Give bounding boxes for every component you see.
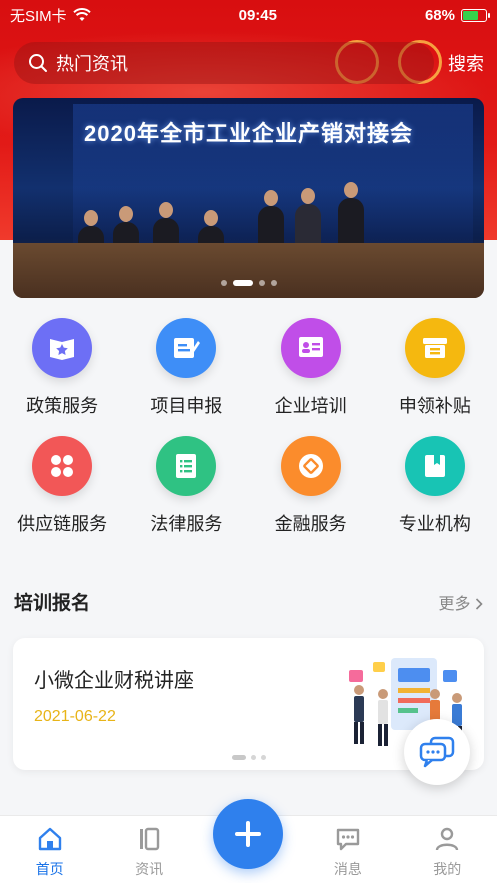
more-link[interactable]: 更多: [439, 590, 483, 614]
status-bar: 无SIM卡 09:45 68%: [0, 0, 497, 30]
search-button[interactable]: 搜索: [448, 50, 484, 76]
policy-card-icon: [32, 318, 93, 378]
banner-title: 2020年全市工业企业产销对接会: [84, 121, 413, 146]
service-item[interactable]: 金融服务: [249, 436, 373, 536]
news-icon: [136, 826, 162, 855]
more-label: 更多: [438, 595, 471, 613]
banner-dot: [258, 280, 265, 286]
search-placeholder: 热门资讯: [56, 54, 128, 74]
service-item[interactable]: 项目申报: [124, 318, 248, 418]
banner-dot: [270, 280, 277, 286]
service-item[interactable]: 政策服务: [0, 318, 124, 418]
service-label: 供应链服务: [17, 514, 108, 534]
service-label: 法律服务: [150, 514, 223, 534]
carrier-text: 无SIM卡: [10, 7, 67, 25]
agency-book-icon: [404, 436, 465, 496]
banner-carousel[interactable]: 2020年全市工业企业产销对接会: [13, 98, 484, 298]
service-label: 项目申报: [150, 396, 223, 416]
tab-label: 我的: [433, 861, 462, 877]
service-label: 金融服务: [274, 514, 347, 534]
section-title: 培训报名: [14, 593, 91, 614]
battery-icon: [460, 8, 490, 22]
tab-profile[interactable]: 我的: [407, 826, 487, 879]
banner-dot: [232, 280, 253, 286]
chat-button[interactable]: [404, 719, 470, 785]
profile-icon: [434, 826, 460, 855]
service-label: 政策服务: [26, 396, 99, 416]
tab-home[interactable]: 首页: [10, 826, 90, 879]
battery-percent: 68%: [424, 6, 455, 24]
finance-coin-icon: [280, 436, 341, 496]
service-label: 申领补贴: [398, 396, 471, 416]
service-item[interactable]: 企业培训: [249, 318, 373, 418]
training-date: 2021-06-22: [34, 708, 116, 725]
service-item[interactable]: 法律服务: [124, 436, 248, 536]
service-item[interactable]: 申领补贴: [373, 318, 497, 418]
home-icon: [37, 826, 63, 855]
battery-fill: [462, 10, 478, 20]
service-grid: 政策服务 项目申报 企业培训 申领补贴供应链服务 法律服务 金融服务 专业机构: [0, 318, 497, 536]
tab-label: 资讯: [135, 861, 164, 877]
banner-pagination: [13, 280, 484, 286]
tab-label: 首页: [35, 861, 64, 877]
service-label: 专业机构: [398, 514, 471, 534]
tab-message[interactable]: 消息: [308, 826, 388, 879]
training-title: 小微企业财税讲座: [34, 670, 194, 692]
plus-icon: [235, 821, 261, 847]
law-list-icon: [156, 436, 217, 496]
search-input[interactable]: 热门资讯: [14, 42, 434, 84]
search-row: 热门资讯 搜索: [14, 42, 484, 84]
subsidy-box-icon: [404, 318, 465, 378]
message-icon: [335, 826, 361, 855]
service-item[interactable]: 专业机构: [373, 436, 497, 536]
clock-text: 09:45: [238, 6, 277, 24]
service-label: 企业培训: [274, 396, 347, 416]
supply-grid-icon: [32, 436, 93, 496]
chat-bubbles-icon: [419, 736, 455, 768]
service-item[interactable]: 供应链服务: [0, 436, 124, 536]
chevron-right-icon: [475, 597, 483, 610]
wifi-icon: [72, 8, 91, 21]
training-board-icon: [280, 318, 341, 378]
banner-table: [13, 243, 484, 298]
tab-label: 消息: [333, 861, 362, 877]
add-button[interactable]: [213, 799, 283, 869]
tab-news[interactable]: 资讯: [109, 826, 189, 879]
training-section-header: 培训报名 更多: [14, 588, 483, 615]
edit-document-icon: [156, 318, 217, 378]
banner-dot: [220, 280, 227, 286]
search-icon: [29, 54, 47, 72]
